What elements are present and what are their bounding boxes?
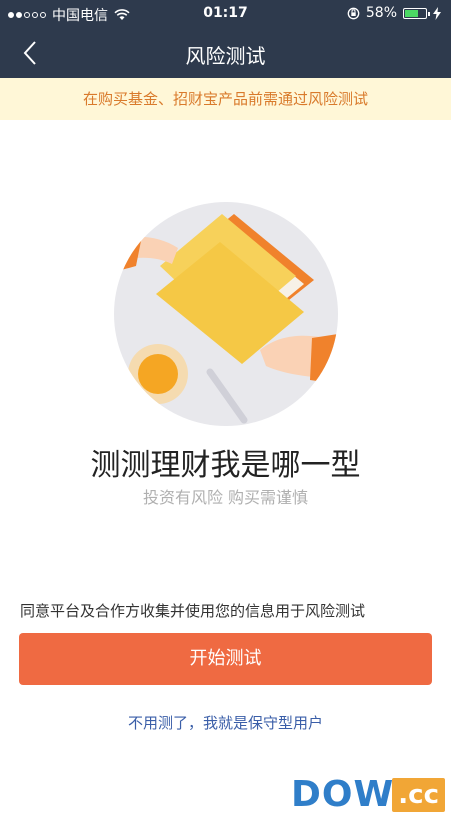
rotation-lock-icon	[347, 7, 360, 19]
battery-icon	[403, 7, 430, 19]
charging-bolt-icon	[433, 6, 441, 20]
notice-banner: 在购买基金、招财宝产品前需通过风险测试	[0, 78, 451, 120]
start-test-button[interactable]: 开始测试	[19, 633, 432, 685]
navigation-bar: 风险测试	[0, 28, 451, 78]
down-cc-watermark-logo: DOWN .cc	[291, 774, 445, 818]
status-right: 58%	[347, 5, 441, 21]
status-bar: 中国电信 01:17 58%	[0, 0, 451, 28]
watermark-suffix: .cc	[392, 778, 445, 812]
battery-percent: 58%	[365, 5, 397, 21]
page-title: 风险测试	[185, 44, 266, 68]
folder-illustration	[114, 202, 338, 426]
skip-test-link[interactable]: 不用测了，我就是保守型用户	[0, 712, 451, 733]
consent-text: 同意平台及合作方收集并使用您的信息用于风险测试	[20, 602, 366, 620]
headline: 测测理财我是哪一型	[90, 448, 361, 483]
risk-disclaimer: 投资有风险 购买需谨慎	[142, 488, 309, 507]
